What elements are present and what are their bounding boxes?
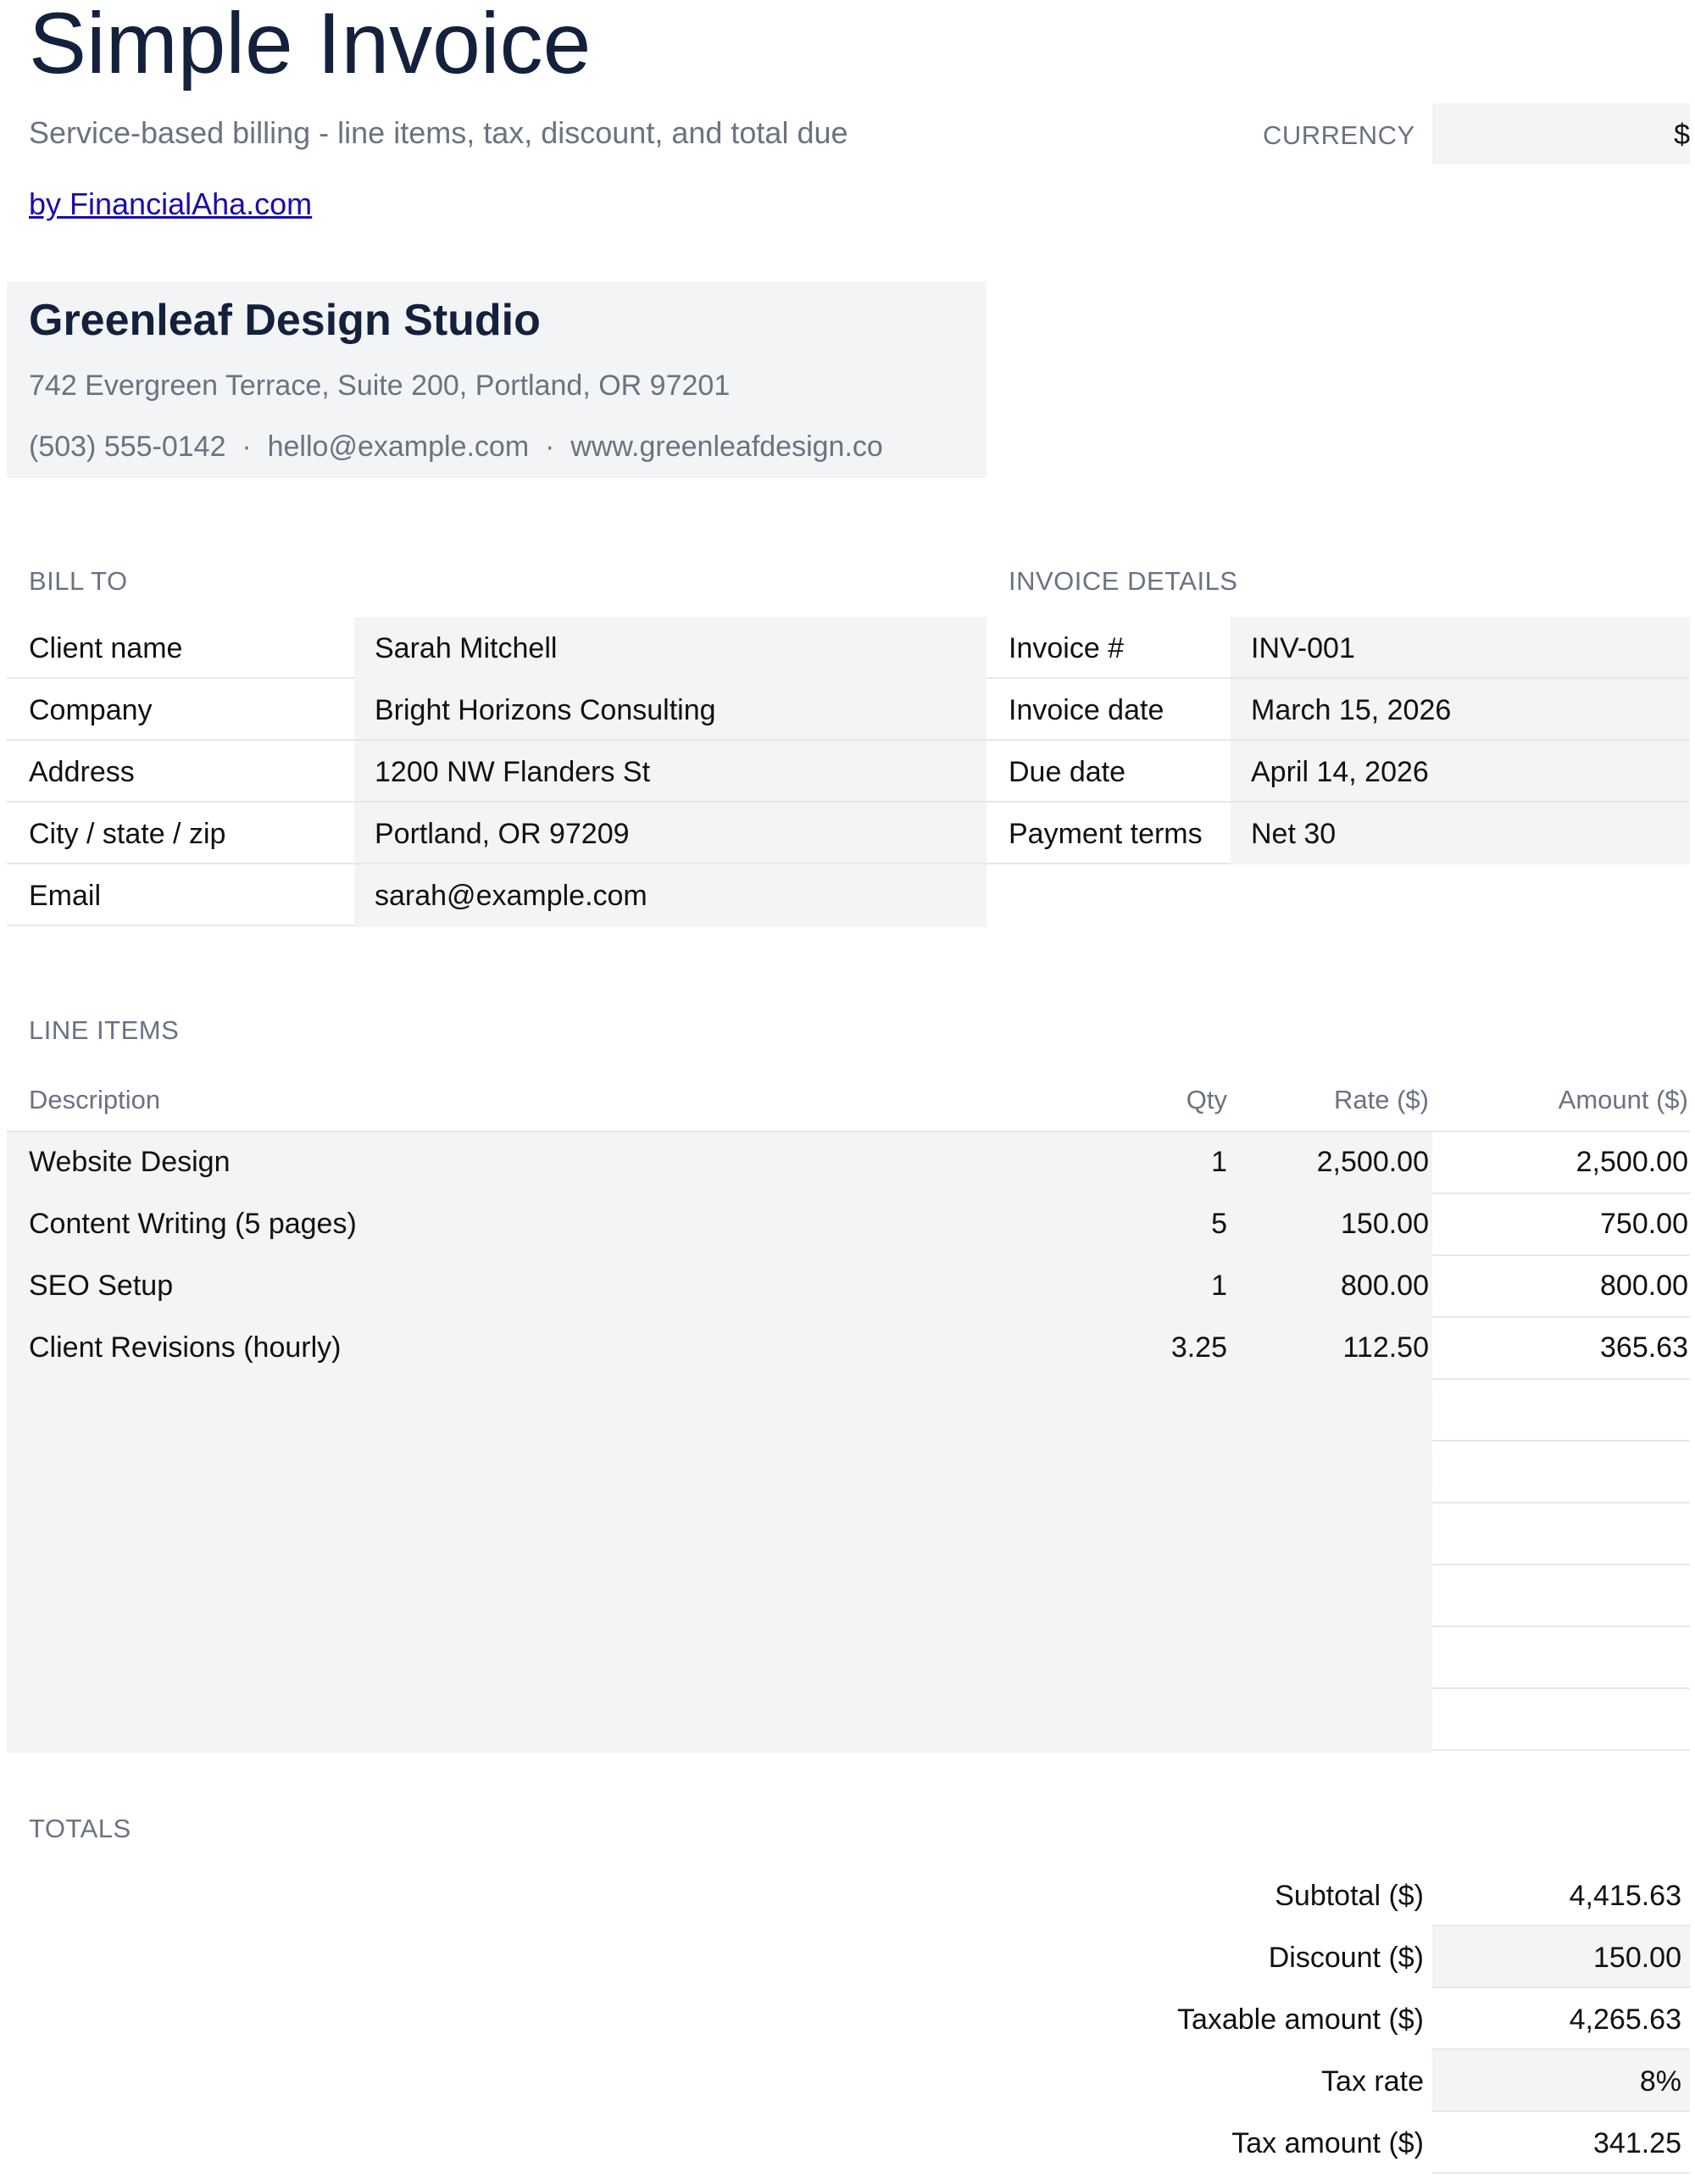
totals-row: Discount ($) 150.00 (848, 1926, 1690, 1988)
invoice-details-label: Invoice # (1009, 632, 1125, 664)
line-item-amount: 365.63 (1600, 1331, 1688, 1364)
page-subtitle: Service-based billing - line items, tax,… (29, 115, 848, 150)
bill-to-row: Company Bright Horizons Consulting (7, 679, 986, 741)
invoice-number-field[interactable]: INV-001 (1251, 632, 1355, 665)
company-block: Greenleaf Design Studio 742 Evergreen Te… (7, 281, 986, 478)
line-item-row (7, 1380, 1690, 1442)
payment-terms-field[interactable]: Net 30 (1251, 818, 1336, 851)
tax-amount-label: Tax amount ($) (1231, 2127, 1424, 2159)
row-divider (1432, 1749, 1690, 1751)
line-item-rate[interactable]: 2,500.00 (1236, 1146, 1429, 1179)
line-item-row (7, 1442, 1690, 1503)
column-header-description: Description (29, 1085, 161, 1114)
line-item-rate[interactable]: 800.00 (1236, 1270, 1429, 1303)
column-header-amount: Amount ($) (1558, 1085, 1688, 1114)
bill-to-label: City / state / zip (29, 818, 226, 850)
due-date-field[interactable]: April 14, 2026 (1251, 756, 1429, 789)
line-item-amount: 750.00 (1600, 1208, 1688, 1240)
totals-row: Taxable amount ($) 4,265.63 (848, 1988, 1690, 2050)
invoice-details-heading: INVOICE DETAILS (1009, 566, 1238, 596)
totals-heading: TOTALS (29, 1814, 131, 1843)
subtotal-value: 4,415.63 (1569, 1880, 1681, 1912)
invoice-details-label: Payment terms (1009, 818, 1203, 850)
row-divider (986, 863, 1231, 864)
currency-input[interactable]: $ (1432, 103, 1690, 164)
line-items-heading: LINE ITEMS (29, 1015, 180, 1045)
email-field[interactable]: sarah@example.com (375, 880, 647, 913)
column-header-qty: Qty (1186, 1085, 1227, 1114)
line-item-qty[interactable]: 1 (1109, 1270, 1227, 1303)
line-item-description[interactable]: Content Writing (5 pages) (29, 1208, 357, 1241)
line-item-qty[interactable]: 5 (1109, 1208, 1227, 1241)
line-item-row (7, 1627, 1690, 1689)
line-item-rate[interactable]: 112.50 (1236, 1331, 1429, 1364)
bill-to-table: Client name Sarah Mitchell Company Brigh… (7, 617, 986, 931)
tax-rate-label: Tax rate (1321, 2065, 1424, 2098)
row-divider (7, 925, 354, 926)
discount-label: Discount ($) (1268, 1942, 1424, 1974)
page-title: Simple Invoice (29, 0, 592, 92)
bill-to-label: Client name (29, 632, 183, 664)
invoice-details-label: Invoice date (1009, 694, 1164, 726)
bill-to-row: Address 1200 NW Flanders St (7, 741, 986, 803)
column-header-rate: Rate ($) (1334, 1085, 1429, 1114)
line-item-description[interactable]: Client Revisions (hourly) (29, 1331, 341, 1364)
line-item-row (7, 1565, 1690, 1627)
line-item-description[interactable]: Website Design (29, 1146, 231, 1179)
totals-row: Subtotal ($) 4,415.63 (848, 1864, 1690, 1926)
tax-amount-value: 341.25 (1593, 2127, 1681, 2159)
line-item-row: Website Design 1 2,500.00 2,500.00 (7, 1132, 1690, 1194)
line-item-rate[interactable]: 150.00 (1236, 1208, 1429, 1241)
invoice-details-label: Due date (1009, 756, 1125, 788)
line-item-row: Content Writing (5 pages) 5 150.00 750.0… (7, 1194, 1690, 1256)
line-item-row: Client Revisions (hourly) 3.25 112.50 36… (7, 1318, 1690, 1380)
line-item-description[interactable]: SEO Setup (29, 1270, 173, 1303)
bill-to-heading: BILL TO (29, 566, 128, 596)
company-name[interactable]: Greenleaf Design Studio (29, 295, 541, 346)
client-name-field[interactable]: Sarah Mitchell (375, 632, 557, 665)
invoice-details-table: Invoice # INV-001 Invoice date March 15,… (986, 617, 1690, 871)
bill-to-row: City / state / zip Portland, OR 97209 (7, 803, 986, 864)
line-item-row (7, 1503, 1690, 1565)
line-items-table: Description Qty Rate ($) Amount ($) Webs… (7, 1068, 1690, 1924)
line-item-qty[interactable]: 1 (1109, 1146, 1227, 1179)
company-address[interactable]: 742 Evergreen Terrace, Suite 200, Portla… (29, 370, 730, 403)
address-field[interactable]: 1200 NW Flanders St (375, 756, 650, 789)
row-divider (1432, 2172, 1690, 2174)
company-contact[interactable]: (503) 555-0142 · hello@example.com · www… (29, 431, 883, 464)
bill-to-row: Email sarah@example.com (7, 864, 986, 926)
taxable-amount-label: Taxable amount ($) (1176, 2003, 1424, 2036)
line-item-qty[interactable]: 3.25 (1109, 1331, 1227, 1364)
bill-to-row: Client name Sarah Mitchell (7, 617, 986, 679)
line-item-amount: 2,500.00 (1576, 1146, 1688, 1178)
line-item-amount: 800.00 (1600, 1270, 1688, 1302)
bill-to-label: Email (29, 880, 102, 912)
bill-to-label: Company (29, 694, 153, 726)
discount-value[interactable]: 150.00 (1432, 1942, 1681, 1975)
invoice-details-row: Due date April 14, 2026 (986, 741, 1690, 803)
totals-row: Tax rate 8% (848, 2050, 1690, 2112)
totals-row: Tax amount ($) 341.25 (848, 2112, 1690, 2174)
line-item-row (7, 1689, 1690, 1751)
tax-rate-value[interactable]: 8% (1432, 2065, 1681, 2098)
invoice-details-row: Invoice date March 15, 2026 (986, 679, 1690, 741)
invoice-date-field[interactable]: March 15, 2026 (1251, 694, 1451, 727)
subtotal-label: Subtotal ($) (1275, 1880, 1424, 1912)
company-field[interactable]: Bright Horizons Consulting (375, 694, 716, 727)
taxable-amount-value: 4,265.63 (1569, 2003, 1681, 2036)
bill-to-label: Address (29, 756, 135, 788)
invoice-details-row: Invoice # INV-001 (986, 617, 1690, 679)
financialaha-link[interactable]: by FinancialAha.com (29, 186, 312, 222)
currency-label: CURRENCY (1263, 120, 1415, 150)
currency-value: $ (1674, 119, 1690, 151)
invoice-details-row: Payment terms Net 30 (986, 803, 1690, 864)
totals-table: Subtotal ($) 4,415.63 Discount ($) 150.0… (848, 1864, 1690, 2178)
line-item-row: SEO Setup 1 800.00 800.00 (7, 1256, 1690, 1318)
city-state-zip-field[interactable]: Portland, OR 97209 (375, 818, 630, 851)
